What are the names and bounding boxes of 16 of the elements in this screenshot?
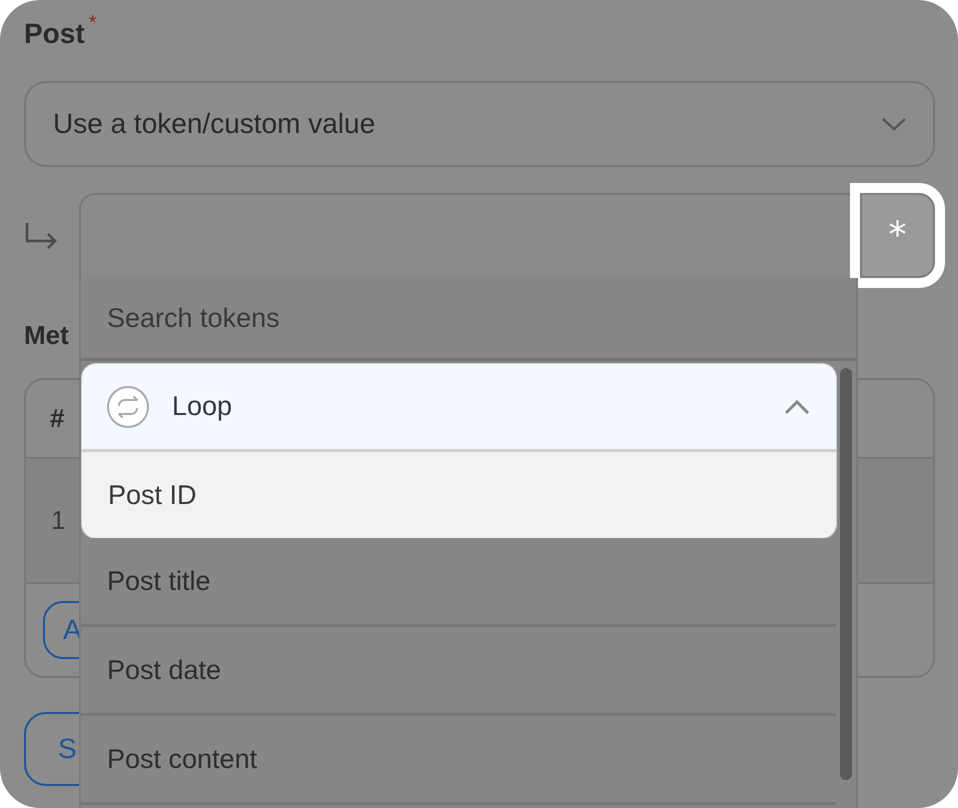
token-group-header[interactable]: Loop (82, 364, 836, 452)
token-item[interactable]: Post title (81, 538, 836, 627)
token-item[interactable]: Post ID (82, 452, 836, 538)
search-field[interactable]: Search tokens (107, 302, 830, 334)
loop-icon (106, 384, 150, 428)
value-select[interactable]: Use a token/custom value (24, 81, 935, 167)
section-label: Met (24, 320, 69, 350)
required-mark: * (88, 12, 96, 35)
return-arrow-icon (24, 220, 58, 250)
column-header: # (50, 403, 64, 434)
table-cell: 1 (51, 505, 66, 536)
field-label: Post (24, 18, 85, 50)
group-label: Loop (172, 391, 234, 422)
chevron-down-icon (881, 116, 907, 132)
chevron-up-icon (784, 398, 810, 414)
scrollbar[interactable] (840, 368, 852, 780)
